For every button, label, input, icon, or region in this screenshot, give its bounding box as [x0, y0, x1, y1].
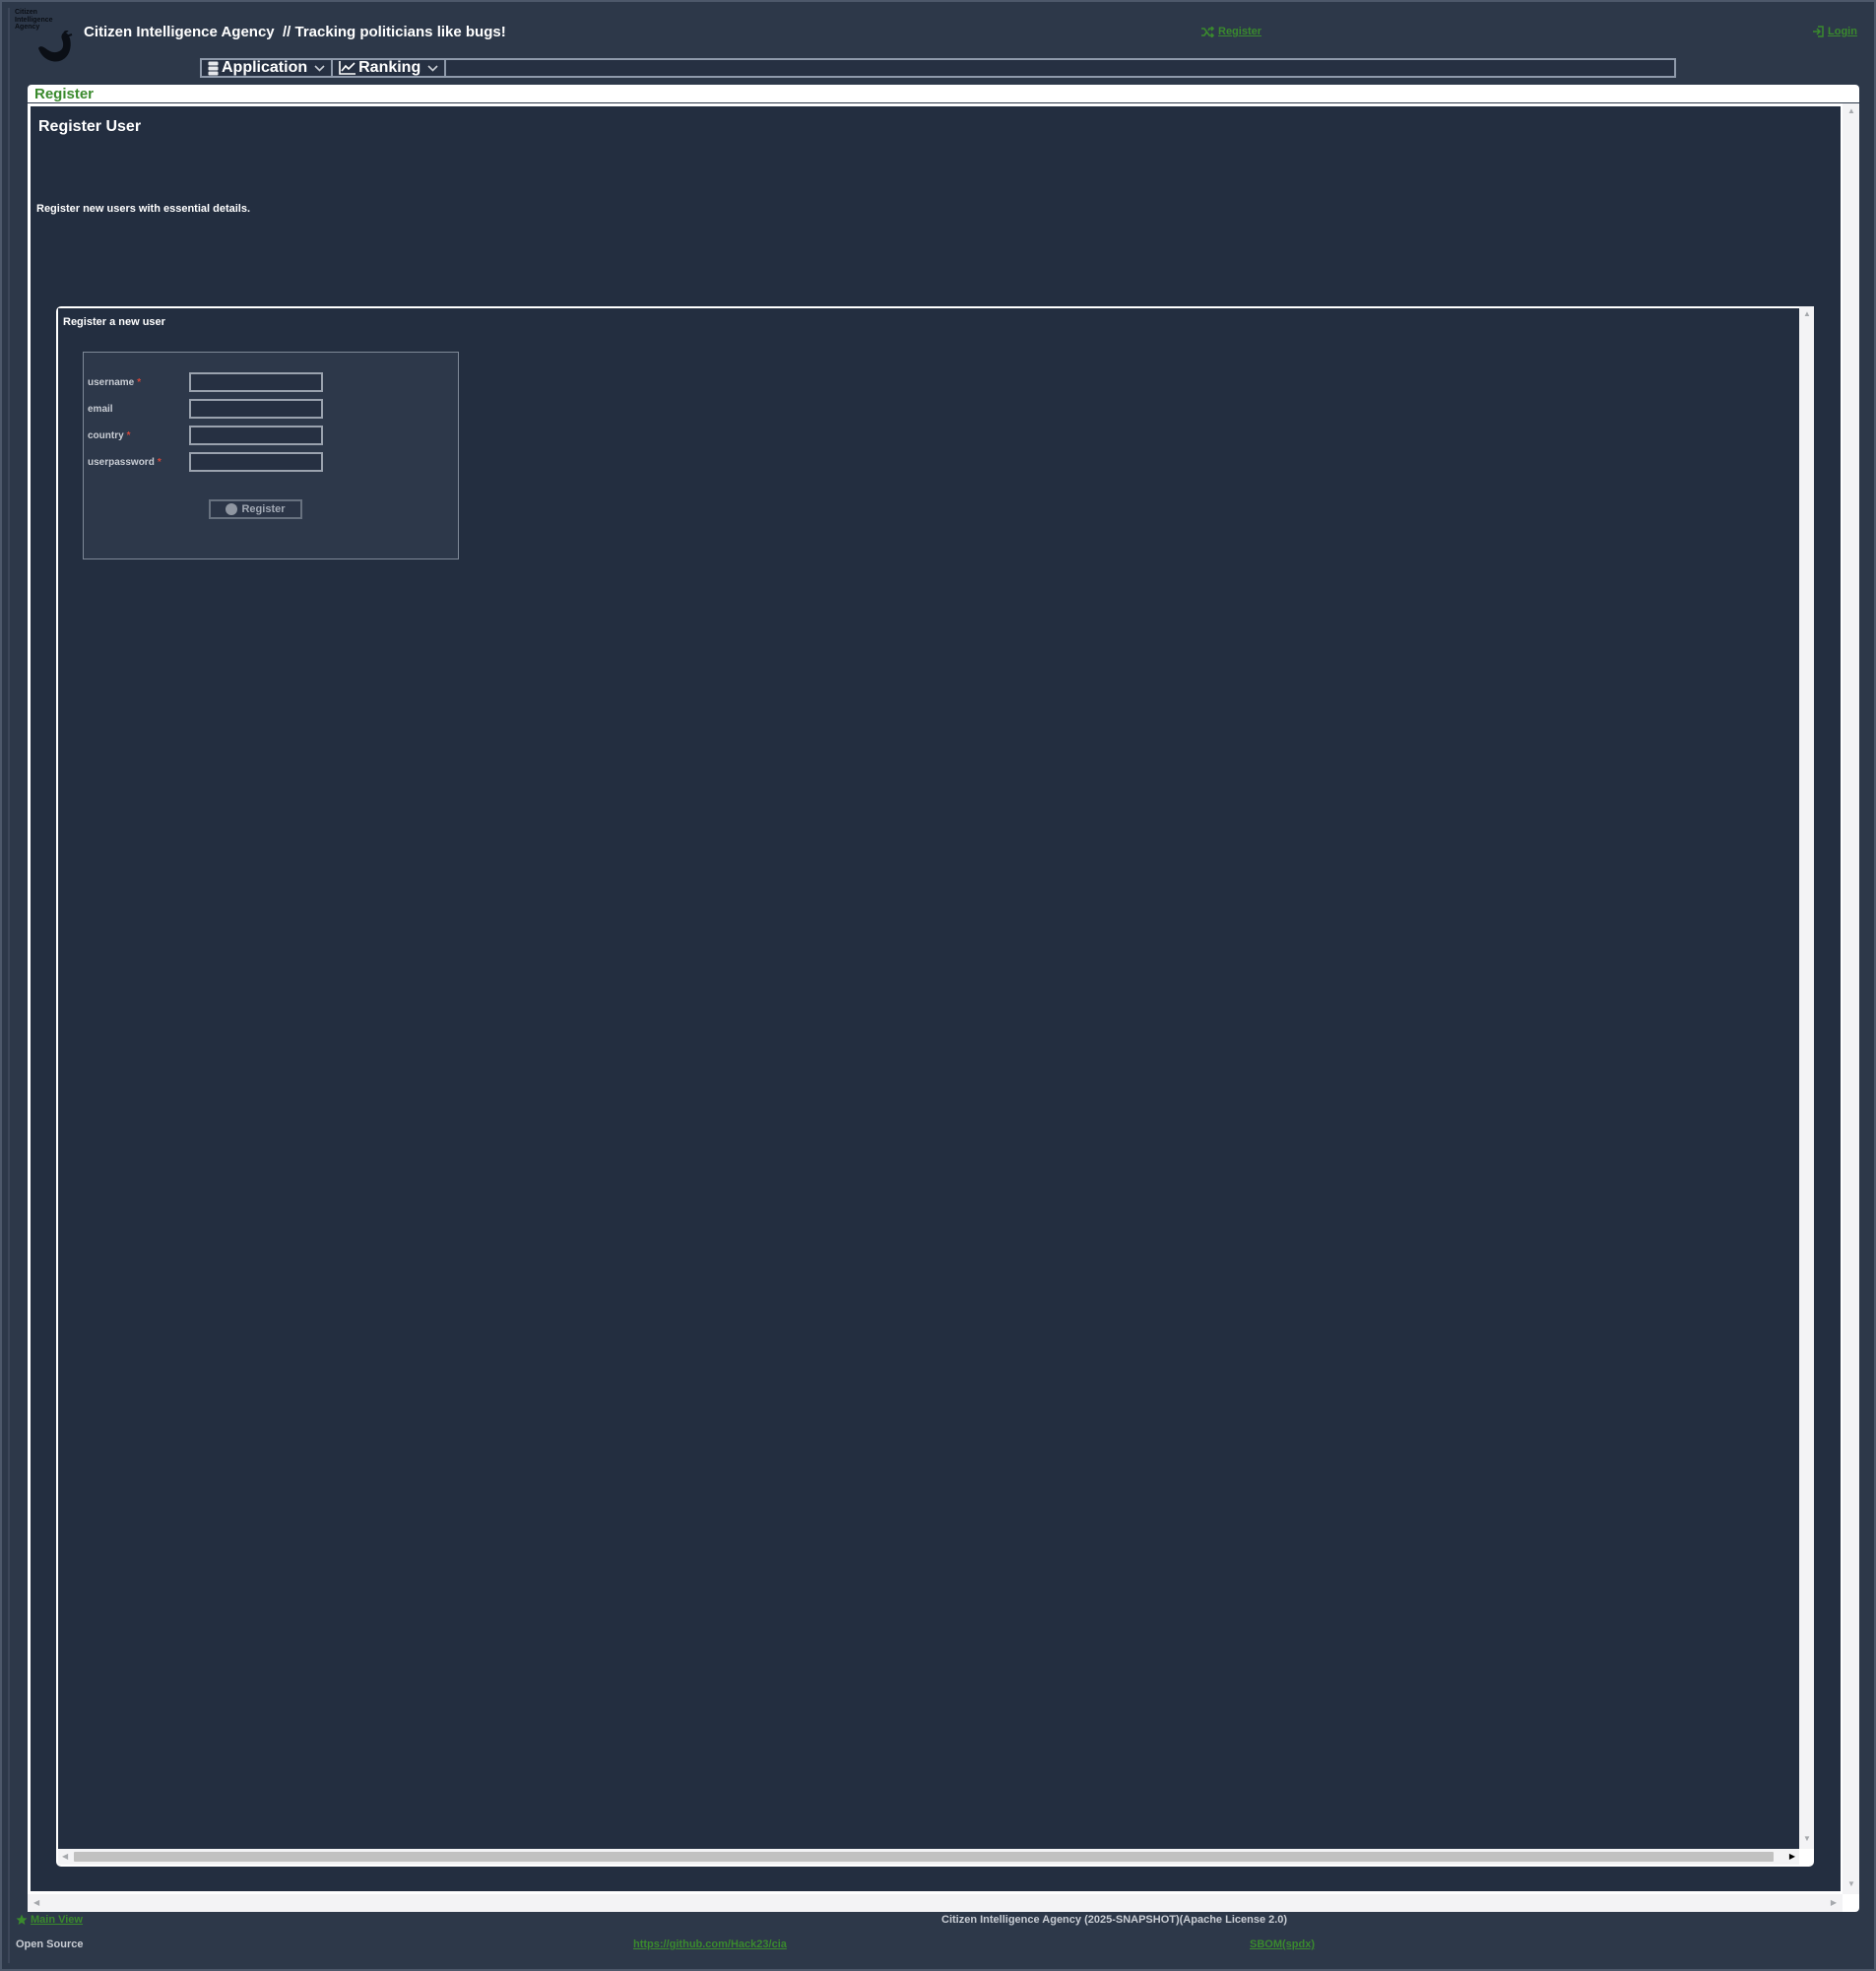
version-text: Citizen Intelligence Agency (2025-SNAPSH… [941, 1914, 1288, 1926]
required-marker: * [157, 456, 162, 468]
required-marker: * [126, 429, 131, 441]
sign-in-icon [1813, 26, 1824, 37]
menu-ranking-label: Ranking [358, 59, 421, 76]
main-vertical-scrollbar[interactable]: ▲ ▼ [1843, 103, 1859, 1894]
required-marker: * [137, 376, 142, 388]
menu-application[interactable]: Application [202, 59, 334, 76]
chart-line-icon [339, 61, 356, 75]
form-panel-title: Register a new user [63, 316, 165, 328]
chevron-down-icon [427, 64, 438, 72]
github-link[interactable]: https://github.com/Hack23/cia [633, 1938, 787, 1950]
scroll-down-icon[interactable]: ▼ [1803, 1835, 1811, 1843]
main-horizontal-scrollbar[interactable]: ◀ ▶ [28, 1894, 1843, 1912]
star-icon [16, 1914, 28, 1925]
left-border [8, 8, 10, 1963]
register-submit-button[interactable]: Register [209, 499, 302, 519]
login-link[interactable]: Login [1812, 26, 1857, 37]
scrollbar-thumb[interactable] [74, 1852, 1774, 1862]
main-menu-bar: Application Ranking [200, 58, 1676, 78]
page-title: Register User [38, 118, 142, 135]
country-input[interactable] [189, 426, 323, 445]
userpassword-label: userpassword * [88, 456, 162, 468]
scroll-right-icon[interactable]: ▶ [1789, 1853, 1795, 1861]
register-header-link[interactable]: Register [1201, 26, 1261, 37]
scroll-up-icon[interactable]: ▲ [1803, 310, 1811, 318]
scroll-left-icon[interactable]: ◀ [33, 1899, 39, 1907]
country-label: country * [88, 429, 131, 441]
sbom-link[interactable]: SBOM(spdx) [1250, 1938, 1315, 1950]
tab-register-label: Register [34, 86, 95, 102]
menu-ranking[interactable]: Ranking [333, 59, 447, 76]
form-row-userpassword: userpassword * [88, 452, 323, 472]
form-row-email: email [88, 399, 323, 419]
inner-vertical-scrollbar[interactable]: ▲ ▼ [1799, 306, 1814, 1849]
register-submit-label: Register [241, 503, 286, 515]
shuffle-icon [1201, 26, 1214, 37]
form-row-username: username * [88, 372, 323, 392]
main-view-link[interactable]: Main View [16, 1914, 83, 1926]
register-tab[interactable]: Register [28, 85, 1859, 102]
email-input[interactable] [189, 399, 323, 419]
email-label: email [88, 403, 113, 415]
server-icon [208, 61, 219, 75]
menu-application-label: Application [222, 59, 308, 76]
scroll-down-icon[interactable]: ▼ [1847, 1880, 1855, 1888]
page-description: Register new users with essential detail… [36, 203, 251, 215]
scroll-right-icon[interactable]: ▶ [1831, 1899, 1837, 1907]
username-input[interactable] [189, 372, 323, 392]
userpassword-input[interactable] [189, 452, 323, 472]
login-label: Login [1828, 26, 1857, 37]
logo-text: Citizen Intelligence Agency [15, 9, 53, 31]
scroll-left-icon[interactable]: ◀ [62, 1853, 68, 1861]
button-status-icon [226, 503, 238, 515]
form-row-country: country * [88, 426, 323, 445]
main-view-label: Main View [31, 1914, 83, 1926]
inner-horizontal-scrollbar[interactable]: ◀ ▶ [58, 1849, 1799, 1865]
register-form: username * email country * userpassword * R… [83, 352, 459, 559]
ladybug-logo-icon [38, 31, 73, 62]
app-title: Citizen Intelligence Agency // Tracking … [84, 24, 506, 40]
logo[interactable]: Citizen Intelligence Agency [15, 9, 78, 70]
scroll-up-icon[interactable]: ▲ [1847, 107, 1855, 115]
open-source-text: Open Source [16, 1938, 84, 1950]
register-header-label: Register [1218, 26, 1262, 37]
chevron-down-icon [314, 64, 325, 72]
username-label: username * [88, 376, 142, 388]
